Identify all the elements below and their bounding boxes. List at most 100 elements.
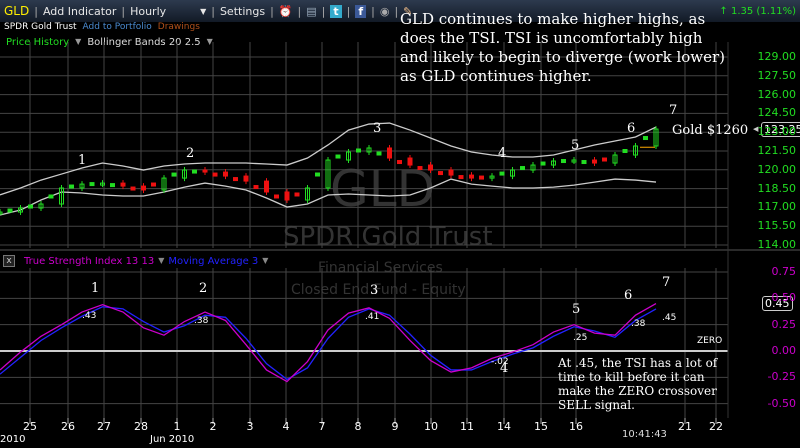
candle xyxy=(581,160,587,165)
candle xyxy=(202,169,208,173)
candle xyxy=(141,185,146,191)
tsi-tick-label: 0.50 xyxy=(771,291,797,305)
candle xyxy=(561,159,566,164)
candle xyxy=(151,182,156,187)
tsi-value-label: .43 xyxy=(82,311,97,321)
candle xyxy=(69,184,74,189)
month-label: Jun 2010 xyxy=(150,434,195,445)
price-wave-label: 5 xyxy=(571,138,580,153)
candle xyxy=(233,177,238,182)
x-tick-label: 28 xyxy=(134,420,148,433)
candle xyxy=(223,171,228,177)
price-wave-label: 7 xyxy=(669,103,678,118)
candle xyxy=(397,160,402,165)
candle xyxy=(376,151,382,156)
price-tick-label: 126.00 xyxy=(757,87,797,101)
price-tick-label: 123.00 xyxy=(757,125,797,139)
x-tick-label: 1 xyxy=(173,420,181,433)
price-tick-label: 120.00 xyxy=(757,162,797,176)
tsi-indicator[interactable]: True Strength Index 13 13 xyxy=(24,256,154,267)
candle xyxy=(592,159,597,164)
x-tick-label: 2 xyxy=(209,420,217,433)
close-icon[interactable]: x xyxy=(3,255,15,267)
zero-label: ZERO xyxy=(697,336,723,346)
tsi-wave-label: 1 xyxy=(91,281,100,296)
tsi-wave-label: 7 xyxy=(662,275,671,290)
x-tick-label: 7 xyxy=(318,420,326,433)
x-tick-label: 11 xyxy=(460,420,474,433)
tsi-value-label: .41 xyxy=(365,312,380,322)
candle xyxy=(264,180,269,193)
tsi-wave-label: 2 xyxy=(199,281,208,296)
tsi-value-label: .25 xyxy=(573,333,588,343)
candle xyxy=(499,171,505,176)
price-wave-label: 3 xyxy=(373,121,382,136)
candle xyxy=(48,194,54,199)
candle xyxy=(130,186,136,191)
candle xyxy=(520,166,525,171)
time-label: 10:41:43 xyxy=(622,429,667,440)
x-tick-label: 8 xyxy=(354,420,362,433)
chevron-down-icon[interactable]: ▼ xyxy=(158,256,164,267)
tsi-wave-label: 5 xyxy=(572,302,581,317)
candle xyxy=(479,175,484,180)
price-wave-label: 6 xyxy=(627,121,636,136)
x-tick-label: 16 xyxy=(569,420,583,433)
candle xyxy=(335,154,341,159)
price-tick-label: 127.50 xyxy=(757,68,797,82)
price-tick-label: 129.00 xyxy=(757,50,797,63)
tsi-wave-label: 6 xyxy=(624,288,633,303)
candle xyxy=(428,164,433,171)
candle xyxy=(387,147,392,159)
candle xyxy=(89,182,95,187)
candle xyxy=(643,136,648,141)
x-tick-label: 21 xyxy=(678,420,692,433)
candle xyxy=(294,192,300,197)
tsi-value-label: -.02 xyxy=(491,357,509,367)
x-tick-label: 10 xyxy=(424,420,438,433)
x-tick-label: 3 xyxy=(246,420,254,433)
tsi-tick-label: 0.00 xyxy=(771,344,797,357)
candle xyxy=(622,148,628,153)
candle xyxy=(243,175,249,182)
candle xyxy=(438,171,443,176)
price-tick-label: 117.00 xyxy=(757,200,797,214)
year-label: 2010 xyxy=(0,434,26,445)
x-tick-label: 4 xyxy=(282,420,290,433)
candle xyxy=(315,172,320,177)
tsi-value-label: .38 xyxy=(194,316,209,326)
x-tick-label: 27 xyxy=(97,420,111,433)
tsi-tick-label: -0.50 xyxy=(767,396,796,410)
candle xyxy=(171,172,177,177)
tsi-tick-label: -0.25 xyxy=(767,370,796,384)
x-tick-label: 9 xyxy=(391,420,399,433)
candle xyxy=(407,157,413,166)
gold-label: Gold $1260 xyxy=(672,123,749,138)
price-annotation: GLD continues to make higher highs, as d… xyxy=(400,10,726,85)
price-tick-label: 115.50 xyxy=(757,219,797,233)
tsi-tick-label: 0.75 xyxy=(771,265,797,279)
tsi-annotation: At .45, the TSI has a lot of time to kil… xyxy=(558,356,718,412)
candle xyxy=(253,185,259,190)
candle xyxy=(448,169,454,176)
price-wave-label: 1 xyxy=(78,153,87,168)
tsi-value-label: .38 xyxy=(631,319,646,329)
candle xyxy=(274,194,279,199)
price-wave-label: 2 xyxy=(186,146,195,161)
price-wave-label: 4 xyxy=(498,146,507,161)
candle xyxy=(356,148,361,153)
x-tick-label: 15 xyxy=(534,420,548,433)
price-tick-label: 114.00 xyxy=(757,238,797,251)
ma-indicator[interactable]: Moving Average 3 xyxy=(168,256,258,267)
candle xyxy=(110,183,115,188)
tsi-wave-label: 3 xyxy=(370,283,379,298)
tsi-value-label: .45 xyxy=(662,313,677,323)
candle xyxy=(469,174,474,179)
price-tick-label: 118.50 xyxy=(757,181,797,195)
chevron-down-icon[interactable]: ▼ xyxy=(262,256,268,267)
candle xyxy=(284,191,290,201)
candle xyxy=(192,169,197,174)
candle xyxy=(602,157,607,162)
x-tick-label: 25 xyxy=(23,420,37,433)
candle xyxy=(417,166,423,171)
